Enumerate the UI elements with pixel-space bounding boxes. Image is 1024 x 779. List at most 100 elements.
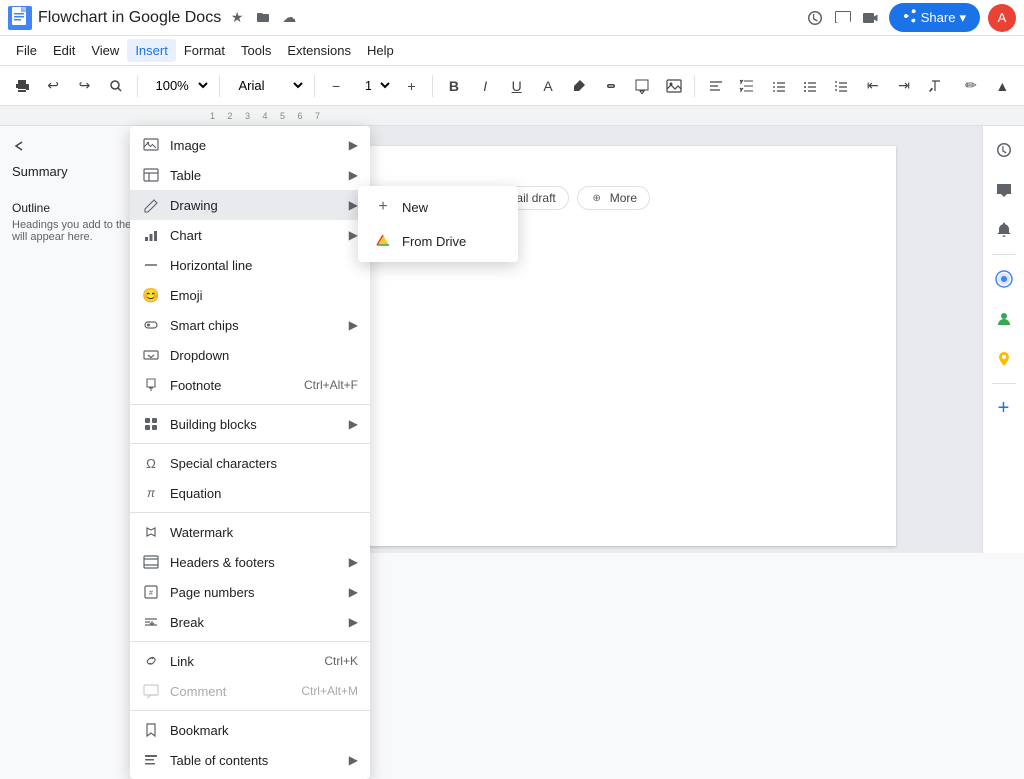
insert-watermark-item[interactable]: Watermark xyxy=(130,517,370,547)
insert-headers-footers-item[interactable]: Headers & footers ▶ xyxy=(130,547,370,577)
insert-chart-item[interactable]: Chart ▶ xyxy=(130,220,370,250)
title-bar-left: Flowchart in Google Docs ★ ☁ xyxy=(8,6,805,30)
insert-chart-label: Chart xyxy=(170,228,339,243)
menu-help[interactable]: Help xyxy=(359,39,402,62)
font-size-decrease[interactable]: − xyxy=(322,72,349,100)
history-panel-btn[interactable] xyxy=(988,134,1020,166)
collapse-button[interactable]: ▲ xyxy=(989,72,1016,100)
insert-footnote-shortcut: Ctrl+Alt+F xyxy=(304,378,358,392)
video-icon[interactable] xyxy=(861,8,881,28)
cloud-icon[interactable]: ☁ xyxy=(279,8,299,28)
toolbar-divider-5 xyxy=(694,75,695,97)
align-button[interactable] xyxy=(702,72,729,100)
share-button[interactable]: Share ▾ xyxy=(889,3,980,32)
add-panel-btn[interactable]: + xyxy=(988,392,1020,424)
print-icon[interactable] xyxy=(8,72,35,100)
font-size-increase[interactable]: + xyxy=(398,72,425,100)
ruler: 1 2 3 4 5 6 7 xyxy=(0,106,1024,126)
insert-horizontal-line-item[interactable]: Horizontal line xyxy=(130,250,370,280)
insert-page-numbers-item[interactable]: # Page numbers ▶ xyxy=(130,577,370,607)
insert-bookmark-item[interactable]: Bookmark xyxy=(130,715,370,745)
insert-smart-chips-label: Smart chips xyxy=(170,318,339,333)
indent-increase-button[interactable]: ⇥ xyxy=(890,72,917,100)
insert-dropdown-item[interactable]: Dropdown xyxy=(130,340,370,370)
more-chip[interactable]: ⊕ More xyxy=(577,186,650,210)
line-spacing-button[interactable] xyxy=(734,72,761,100)
history-icon[interactable] xyxy=(805,8,825,28)
insert-smart-chips-item[interactable]: Smart chips ▶ xyxy=(130,310,370,340)
checklist-button[interactable] xyxy=(765,72,792,100)
highlight-button[interactable] xyxy=(566,72,593,100)
image-toolbar-button[interactable] xyxy=(660,72,687,100)
font-size-select[interactable]: 11 xyxy=(354,74,394,97)
insert-footnote-item[interactable]: Footnote Ctrl+Alt+F xyxy=(130,370,370,400)
people-panel-btn[interactable] xyxy=(988,303,1020,335)
insert-equation-label: Equation xyxy=(170,486,358,501)
drawing-new-item[interactable]: + New xyxy=(358,190,518,224)
drawing-from-drive-item[interactable]: From Drive xyxy=(358,224,518,258)
menu-insert[interactable]: Insert xyxy=(127,39,176,62)
clear-format-button[interactable] xyxy=(922,72,949,100)
insert-image-arrow: ▶ xyxy=(349,138,358,152)
more-chip-icon: ⊕ xyxy=(590,191,604,205)
bullet-list-button[interactable] xyxy=(796,72,823,100)
insert-building-blocks-arrow: ▶ xyxy=(349,417,358,431)
drive-icon xyxy=(374,232,392,250)
table-menu-icon xyxy=(142,166,160,184)
zoom-icon[interactable] xyxy=(102,72,129,100)
insert-building-blocks-item[interactable]: Building blocks ▶ xyxy=(130,409,370,439)
insert-table-item[interactable]: Table ▶ xyxy=(130,160,370,190)
maps-panel-btn[interactable] xyxy=(988,343,1020,375)
insert-link-item[interactable]: Link Ctrl+K xyxy=(130,646,370,676)
underline-button[interactable]: U xyxy=(503,72,530,100)
star-icon[interactable]: ★ xyxy=(227,8,247,28)
indent-decrease-button[interactable]: ⇤ xyxy=(859,72,886,100)
link-menu-icon xyxy=(142,652,160,670)
undo-icon[interactable]: ↩ xyxy=(39,72,66,100)
dropdown-sep-5 xyxy=(130,710,370,711)
menu-tools[interactable]: Tools xyxy=(233,39,279,62)
insert-emoji-item[interactable]: 😊 Emoji xyxy=(130,280,370,310)
menu-view[interactable]: View xyxy=(83,39,127,62)
text-color-button[interactable]: A xyxy=(534,72,561,100)
insert-emoji-label: Emoji xyxy=(170,288,358,303)
folder-icon[interactable] xyxy=(253,8,273,28)
menu-extensions[interactable]: Extensions xyxy=(279,39,359,62)
pen-mode-button[interactable]: ✏ xyxy=(957,72,984,100)
insert-special-chars-item[interactable]: Ω Special characters xyxy=(130,448,370,478)
link-toolbar-button[interactable] xyxy=(597,72,624,100)
gemini-panel-btn[interactable] xyxy=(988,263,1020,295)
svg-text:#: # xyxy=(149,590,153,597)
insert-table-arrow: ▶ xyxy=(349,168,358,182)
insert-page-numbers-arrow: ▶ xyxy=(349,585,358,599)
insert-break-item[interactable]: Break ▶ xyxy=(130,607,370,637)
comment-toolbar-button[interactable] xyxy=(628,72,655,100)
insert-link-shortcut: Ctrl+K xyxy=(324,654,358,668)
insert-link-label: Link xyxy=(170,654,314,669)
insert-image-item[interactable]: Image ▶ xyxy=(130,130,370,160)
insert-comment-label: Comment xyxy=(170,684,291,699)
zoom-select[interactable]: 100% xyxy=(144,74,212,97)
comment-icon[interactable] xyxy=(833,8,853,28)
insert-toc-item[interactable]: Table of contents ▶ xyxy=(130,745,370,775)
special-chars-menu-icon: Ω xyxy=(142,454,160,472)
notification-panel-btn[interactable] xyxy=(988,214,1020,246)
ruler-marks: 1 2 3 4 5 6 7 xyxy=(210,111,320,121)
insert-headers-footers-label: Headers & footers xyxy=(170,555,339,570)
font-select[interactable]: Arial xyxy=(227,74,307,97)
insert-bookmark-label: Bookmark xyxy=(170,723,358,738)
italic-button[interactable]: I xyxy=(472,72,499,100)
redo-icon[interactable]: ↪ xyxy=(71,72,98,100)
menu-edit[interactable]: Edit xyxy=(45,39,83,62)
chat-panel-btn[interactable] xyxy=(988,174,1020,206)
menu-file[interactable]: File xyxy=(8,39,45,62)
page-numbers-menu-icon: # xyxy=(142,583,160,601)
dropdown-sep-1 xyxy=(130,404,370,405)
insert-equation-item[interactable]: π Equation xyxy=(130,478,370,508)
bold-button[interactable]: B xyxy=(440,72,467,100)
numbered-list-button[interactable] xyxy=(828,72,855,100)
menu-format[interactable]: Format xyxy=(176,39,233,62)
user-avatar[interactable]: A xyxy=(988,4,1016,32)
insert-toc-label: Table of contents xyxy=(170,753,339,768)
insert-drawing-item[interactable]: Drawing ▶ + New xyxy=(130,190,370,220)
